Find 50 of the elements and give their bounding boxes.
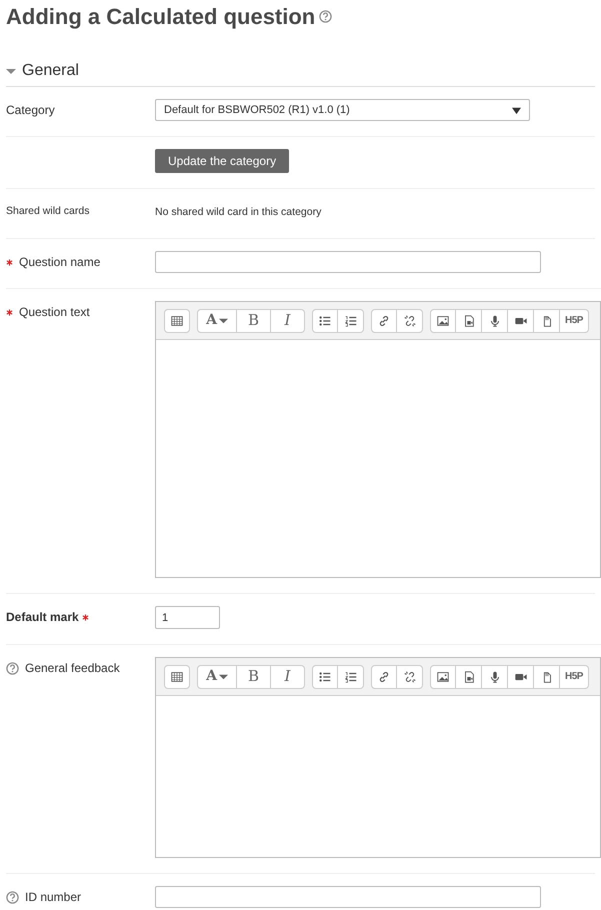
bulleted-list-icon[interactable] (312, 308, 338, 332)
field-label: Question name (19, 254, 100, 271)
field-label: Question text (19, 304, 90, 321)
static-text: No shared wild card in this category (155, 205, 322, 220)
field-label: Shared wild cards (6, 204, 90, 220)
caret-icon[interactable] (6, 66, 16, 76)
default-mark-input[interactable]: 1 (155, 606, 220, 629)
bulleted-list-icon[interactable] (312, 664, 338, 688)
category-select[interactable]: Default for BSBWOR502 (R1) v1.0 (1) (155, 99, 530, 121)
italic-button[interactable]: I (271, 664, 305, 688)
help-icon[interactable] (319, 10, 332, 23)
table-icon[interactable] (164, 308, 190, 332)
caret-icon (218, 316, 228, 325)
file-icon[interactable] (534, 308, 560, 332)
help-icon[interactable] (6, 662, 19, 674)
microphone-icon[interactable] (482, 308, 508, 332)
italic-button[interactable]: I (271, 308, 305, 332)
bold-button[interactable]: B (237, 308, 271, 332)
section-title[interactable]: General (22, 60, 79, 82)
dropdown-arrow-icon (512, 106, 521, 114)
h5p-button[interactable]: H5P (560, 308, 589, 332)
video-camera-icon[interactable] (508, 308, 534, 332)
image-icon[interactable] (430, 664, 456, 688)
video-camera-icon[interactable] (508, 664, 534, 688)
caret-icon (218, 672, 228, 681)
help-icon[interactable] (6, 890, 19, 904)
text-input[interactable] (155, 886, 541, 908)
broken-link-icon[interactable] (397, 664, 423, 688)
media-file-icon[interactable] (456, 664, 482, 688)
media-file-icon[interactable] (456, 308, 482, 332)
h5p-button[interactable]: H5P (560, 664, 589, 688)
broken-link-icon[interactable] (397, 308, 423, 332)
file-icon[interactable] (534, 664, 560, 688)
bold-button[interactable]: B (237, 664, 271, 688)
page-title: Adding a Calculated question (6, 4, 316, 30)
field-label: General feedback (25, 660, 120, 677)
field-label: ID number (25, 889, 82, 906)
field-label: Default mark (6, 609, 79, 626)
microphone-icon[interactable] (482, 664, 508, 688)
table-icon[interactable] (164, 664, 190, 688)
font-style-button[interactable]: A (197, 308, 237, 332)
link-icon[interactable] (371, 664, 397, 688)
link-icon[interactable] (371, 308, 397, 332)
numbered-list-icon[interactable] (338, 664, 364, 688)
numbered-list-icon[interactable] (338, 308, 364, 332)
image-icon[interactable] (430, 308, 456, 332)
font-style-button[interactable]: A (197, 664, 237, 688)
text-input[interactable] (155, 251, 541, 273)
update-category-button[interactable]: Update the category (155, 149, 290, 173)
field-label: Category (6, 102, 55, 119)
